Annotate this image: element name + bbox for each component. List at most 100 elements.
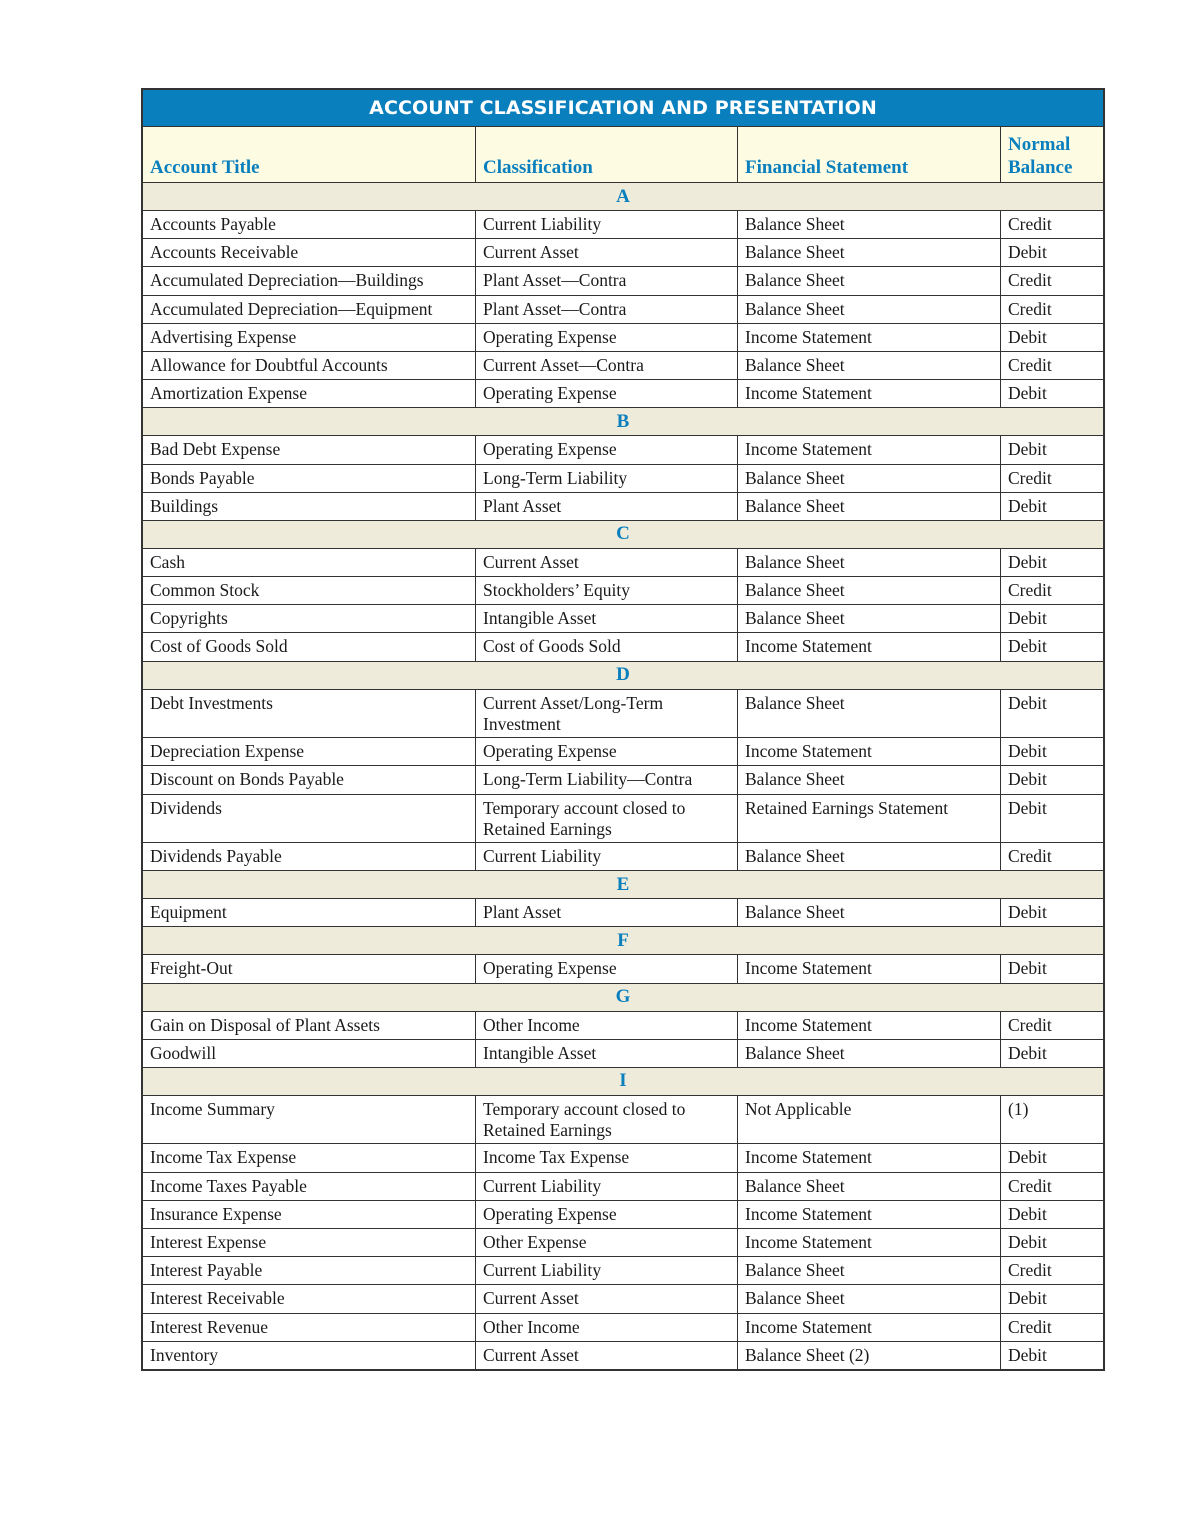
section-header-row: C <box>143 520 1103 549</box>
cell-classification: Income Tax Expense <box>476 1144 738 1172</box>
cell-normal-balance: Credit <box>1008 214 1052 234</box>
table-row: Depreciation Expense Operating Expense Inc… <box>143 738 1103 767</box>
cell-classification: Temporary account closed to Retained Ear… <box>476 794 738 842</box>
cell-normal-balance: Credit <box>1008 298 1052 319</box>
cell-normal-balance: Debit <box>1008 1288 1047 1309</box>
section-header-row: B <box>143 408 1103 437</box>
cell-financial-statement: Balance Sheet <box>738 1285 1001 1313</box>
cell-normal-balance: Debit <box>1008 608 1047 629</box>
cell-financial-statement: Income Statement <box>738 323 1001 351</box>
table-row: Interest Receivable Current Asset Balance … <box>143 1285 1103 1314</box>
table-row: Equipment Plant Asset Balance Sheet Debit <box>143 899 1103 928</box>
cell-account-title: Inventory <box>143 1341 476 1369</box>
cell-financial-statement: Income Statement <box>738 380 1001 408</box>
cell-account-title: Amortization Expense <box>143 380 476 408</box>
cell-financial-statement: Income Statement <box>738 1229 1001 1257</box>
cell-classification: Operating Expense <box>476 738 738 766</box>
cell-classification: Current Asset/Long-Term Investment <box>476 689 738 738</box>
cell-financial-statement: Balance Sheet <box>738 548 1001 577</box>
cell-account-title: Bonds Payable <box>143 464 476 492</box>
cell-classification: Current Liability <box>476 1257 738 1285</box>
cell-normal-balance: Debit <box>1008 1203 1047 1224</box>
cell-normal-balance: Debit <box>1008 692 1047 713</box>
cell-financial-statement: Not Applicable <box>738 1095 1001 1144</box>
cell-account-title: Freight-Out <box>143 955 476 983</box>
cell-account-title: Buildings <box>143 492 476 520</box>
cell-classification: Plant Asset—Contra <box>476 267 738 295</box>
cell-classification: Operating Expense <box>476 436 738 464</box>
cell-financial-statement: Balance Sheet <box>738 843 1001 871</box>
cell-account-title: Cost of Goods Sold <box>143 633 476 661</box>
cell-classification: Current Asset <box>476 1285 738 1313</box>
cell-financial-statement: Balance Sheet <box>738 267 1001 295</box>
cell-normal-balance: Debit <box>1008 242 1047 263</box>
table-row: Accounts Receivable Current Asset Balance … <box>143 239 1103 268</box>
cell-account-title: Accounts Receivable <box>143 239 476 267</box>
table-row: Cash Current Asset Balance Sheet Debit <box>143 548 1103 578</box>
cell-account-title: Accumulated Depreciation—Buildings <box>143 267 476 295</box>
section-header-row: E <box>143 871 1103 900</box>
table-row: Allowance for Doubtful Accounts Current A… <box>143 351 1103 381</box>
cell-financial-statement: Income Statement <box>738 1200 1001 1228</box>
table-row: Amortization Expense Operating Expense Inc… <box>143 380 1103 409</box>
table-row: Freight-Out Operating Expense Income State… <box>143 955 1103 984</box>
cell-financial-statement: Income Statement <box>738 633 1001 661</box>
section-header-row: F <box>143 927 1103 956</box>
cell-financial-statement: Income Statement <box>738 436 1001 464</box>
section-letter: B <box>616 410 630 432</box>
section-header-row: A <box>143 183 1103 211</box>
cell-classification: Current Asset <box>476 239 738 267</box>
table-row: Cost of Goods Sold Cost of Goods Sold Inco… <box>143 633 1103 662</box>
cell-classification: Operating Expense <box>476 1200 738 1228</box>
cell-normal-balance: Debit <box>1008 958 1047 979</box>
cell-account-title: Income Summary <box>143 1095 476 1144</box>
cell-normal-balance: Debit <box>1008 1147 1047 1168</box>
cell-account-title: Debt Investments <box>143 689 476 738</box>
cell-classification: Cost of Goods Sold <box>476 633 738 661</box>
cell-classification: Current Asset <box>476 1341 738 1369</box>
table-row: Discount on Bonds Payable Long-Term Liabi… <box>143 766 1103 795</box>
table-row: Bad Debt Expense Operating Expense Income … <box>143 436 1103 465</box>
cell-normal-balance: Debit <box>1008 636 1047 657</box>
cell-financial-statement: Balance Sheet <box>738 464 1001 492</box>
column-header-classification: Classification <box>476 127 738 182</box>
cell-normal-balance: Credit <box>1008 1316 1052 1337</box>
cell-classification: Temporary account closed to Retained Ear… <box>476 1095 738 1144</box>
cell-classification: Plant Asset <box>476 899 738 927</box>
cell-classification: Operating Expense <box>476 323 738 351</box>
table-row: Income Taxes Payable Current Liability Bal… <box>143 1172 1103 1201</box>
cell-account-title: Copyrights <box>143 605 476 633</box>
cell-financial-statement: Balance Sheet <box>738 577 1001 605</box>
cell-normal-balance: Credit <box>1008 1175 1052 1196</box>
cell-financial-statement: Balance Sheet <box>738 351 1001 380</box>
cell-account-title: Depreciation Expense <box>143 738 476 766</box>
cell-classification: Other Expense <box>476 1229 738 1257</box>
cell-normal-balance: Debit <box>1008 1042 1047 1063</box>
cell-financial-statement: Balance Sheet <box>738 1257 1001 1285</box>
table-row: Inventory Current Asset Balance Sheet (2) D… <box>143 1341 1103 1369</box>
cell-normal-balance: Credit <box>1008 270 1052 291</box>
cell-classification: Current Liability <box>476 1172 738 1200</box>
cell-financial-statement: Balance Sheet <box>738 766 1001 794</box>
cell-normal-balance: Debit <box>1008 1344 1047 1365</box>
cell-normal-balance: Credit <box>1008 467 1052 488</box>
cell-normal-balance: Debit <box>1008 769 1047 790</box>
section-header-row: I <box>143 1067 1103 1096</box>
cell-account-title: Interest Expense <box>143 1229 476 1257</box>
table-row: Accumulated Depreciation—Buildings Plant … <box>143 267 1103 296</box>
section-header-row: G <box>143 983 1103 1012</box>
table-title: ACCOUNT CLASSIFICATION AND PRESENTATION <box>143 90 1103 127</box>
table-row: Interest Payable Current Liability Balance… <box>143 1257 1103 1286</box>
cell-account-title: Common Stock <box>143 577 476 605</box>
cell-normal-balance: Debit <box>1008 439 1047 460</box>
column-header-financial-statement: Financial Statement <box>738 127 1001 182</box>
account-classification-table: ACCOUNT CLASSIFICATION AND PRESENTATION … <box>141 88 1105 1371</box>
cell-financial-statement: Balance Sheet <box>738 295 1001 323</box>
cell-normal-balance: Debit <box>1008 902 1047 923</box>
cell-normal-balance: Debit <box>1008 741 1047 762</box>
cell-normal-balance: Debit <box>1008 495 1047 516</box>
cell-classification: Intangible Asset <box>476 605 738 633</box>
cell-account-title: Allowance for Doubtful Accounts <box>143 351 476 380</box>
section-letter: I <box>619 1070 627 1092</box>
cell-normal-balance: Credit <box>1008 846 1052 866</box>
